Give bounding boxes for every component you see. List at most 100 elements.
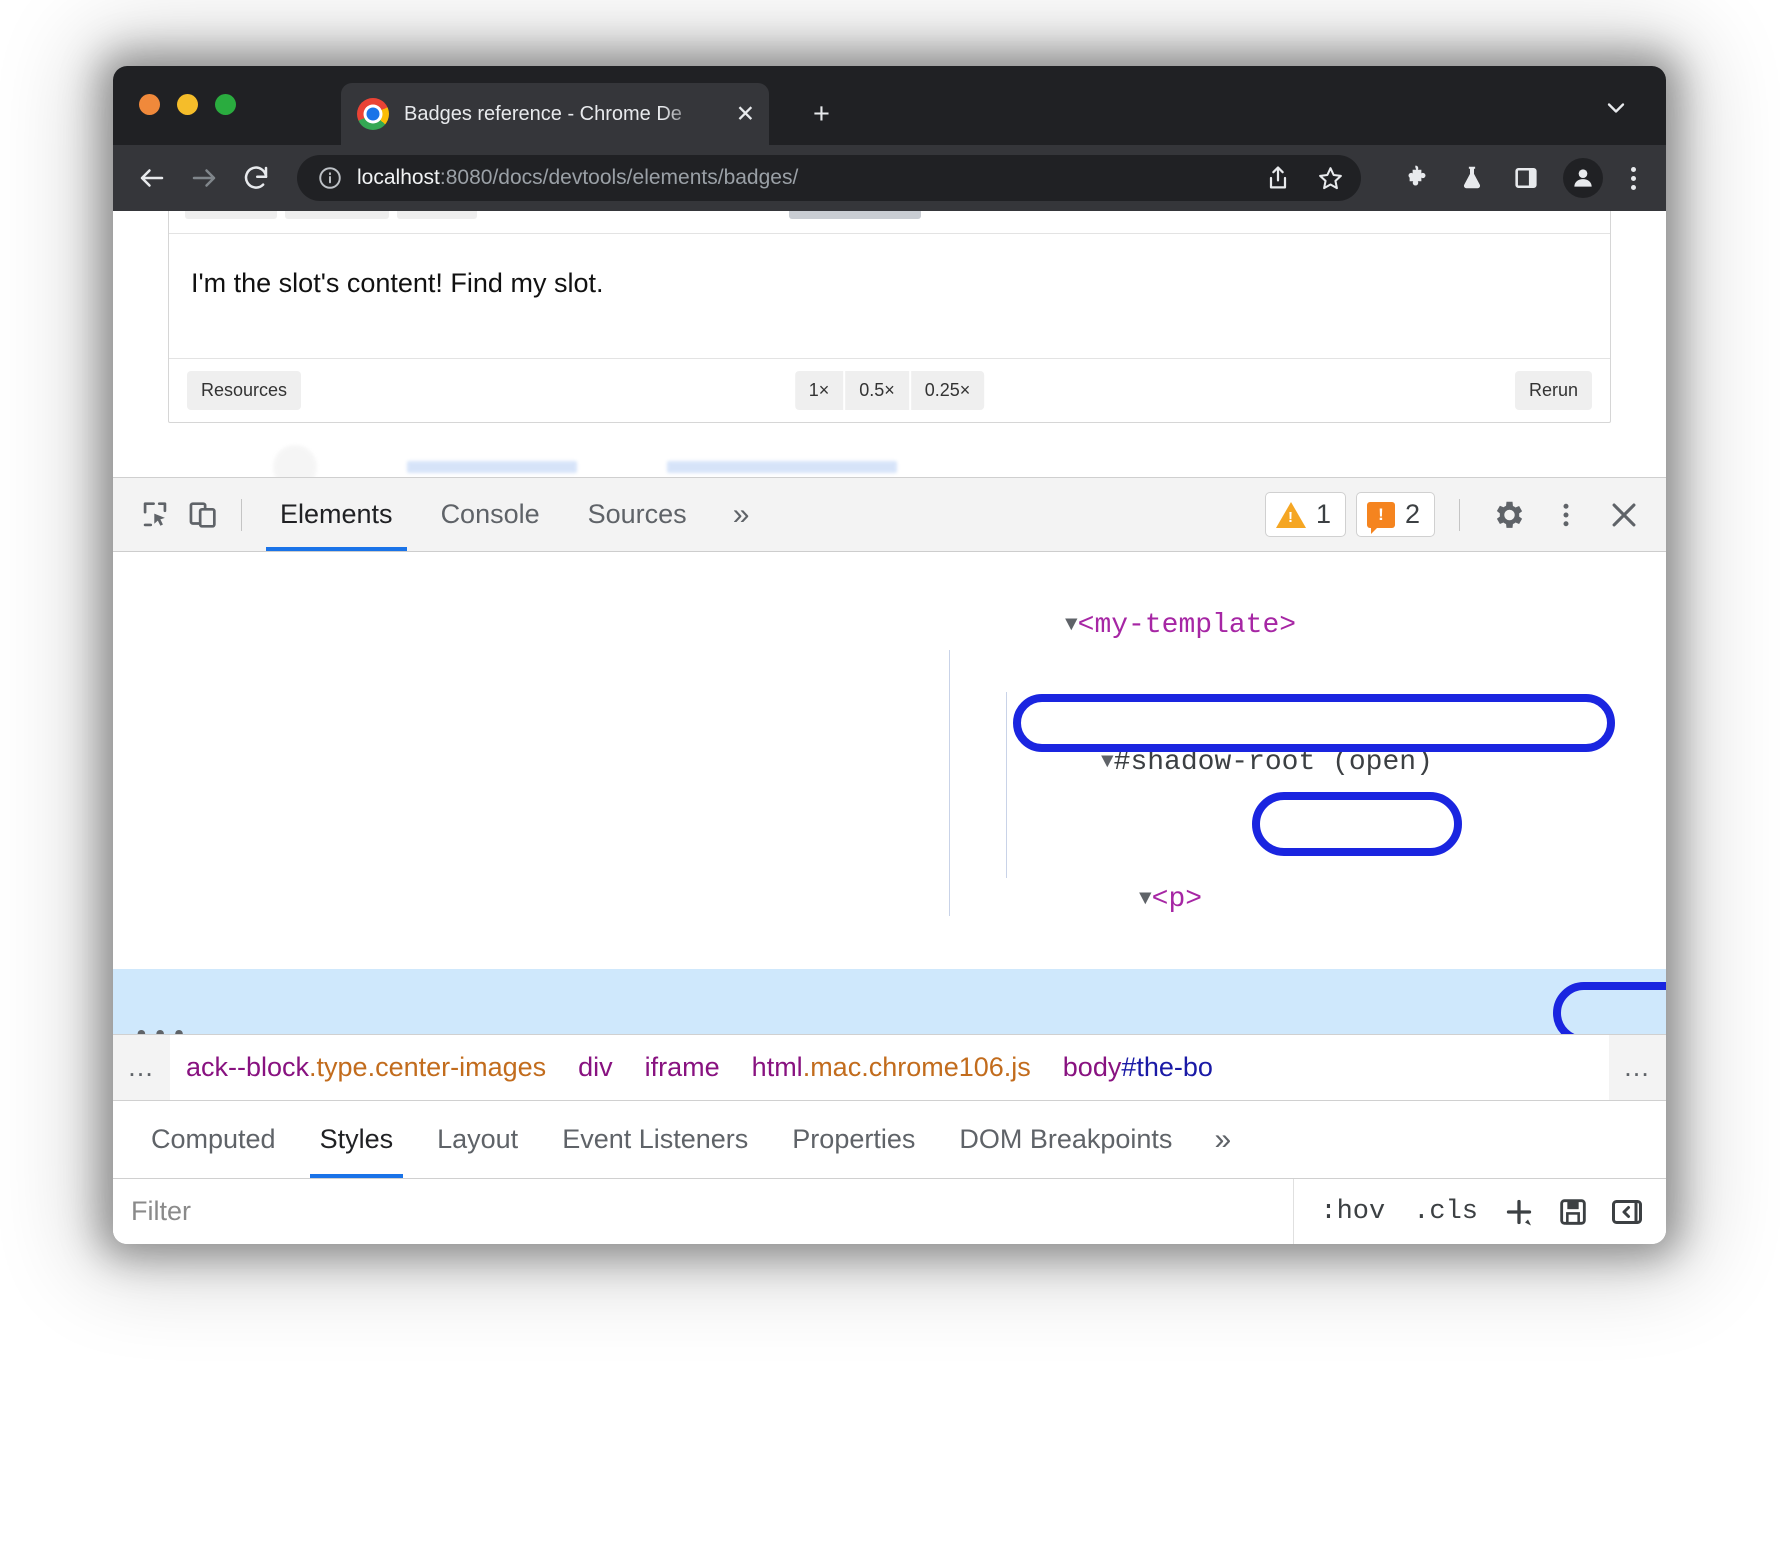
toggle-sidebar-icon[interactable]: [1602, 1187, 1652, 1237]
warning-count-badge[interactable]: 1: [1265, 492, 1346, 537]
filter-input[interactable]: [113, 1179, 1294, 1244]
chevron-down-icon[interactable]: [1602, 94, 1630, 127]
minimize-window-button[interactable]: [177, 94, 198, 115]
tab-strip: Badges reference - Chrome De ✕ +: [113, 66, 1666, 145]
device-toolbar-icon[interactable]: [179, 491, 227, 539]
browser-window: Badges reference - Chrome De ✕ +: [113, 66, 1666, 1244]
star-icon[interactable]: [1315, 163, 1345, 193]
window-traffic-lights: [139, 94, 236, 115]
gear-icon[interactable]: [1484, 491, 1532, 539]
hov-toggle-button[interactable]: :hov: [1308, 1197, 1397, 1227]
tab-computed[interactable]: Computed: [129, 1101, 298, 1178]
warning-count: 1: [1316, 499, 1331, 530]
breadcrumb-id: #the-bo: [1121, 1052, 1213, 1082]
breadcrumb-item-iframe[interactable]: iframe: [629, 1052, 736, 1083]
placeholder-chip: [185, 211, 277, 219]
page-background-content: [113, 447, 1666, 477]
close-icon[interactable]: ✕: [736, 103, 755, 126]
decorative-link: [407, 461, 577, 473]
placeholder-chip: [789, 211, 921, 219]
more-sidebar-tabs-icon[interactable]: »: [1194, 1123, 1249, 1157]
zoom-05x-button[interactable]: 0.5×: [845, 371, 909, 410]
toolbar-divider: [1459, 499, 1460, 531]
dom-node-label: <my-template>: [1078, 610, 1296, 641]
resources-button[interactable]: Resources: [187, 371, 301, 410]
breadcrumb-item-block[interactable]: ack--block.type.center-images: [170, 1052, 562, 1083]
breadcrumb-label: ack--block: [186, 1052, 309, 1082]
close-window-button[interactable]: [139, 94, 160, 115]
breadcrumb-overflow-right[interactable]: …: [1609, 1035, 1666, 1100]
close-icon[interactable]: [1600, 491, 1648, 539]
cls-toggle-button[interactable]: .cls: [1401, 1197, 1490, 1227]
dom-node-p-open[interactable]: ▼<p>: [113, 832, 1666, 969]
devtools-toolbar: Elements Console Sources » 1 ! 2: [113, 478, 1666, 552]
dom-node-slot-selected[interactable]: ••• ▼<slot name="my-slot"> == $0: [113, 969, 1666, 1034]
breadcrumb-overflow-left[interactable]: …: [113, 1035, 170, 1100]
row-overflow-ellipsis[interactable]: •••: [133, 1014, 189, 1034]
tab-properties[interactable]: Properties: [770, 1101, 937, 1178]
inspect-cursor-icon[interactable]: [131, 491, 179, 539]
flask-icon[interactable]: [1455, 161, 1489, 195]
side-panel-icon[interactable]: [1509, 161, 1543, 195]
tab-title: Badges reference - Chrome De: [404, 103, 704, 126]
maximize-window-button[interactable]: [215, 94, 236, 115]
breadcrumb-label: body: [1063, 1052, 1122, 1082]
tab-console[interactable]: Console: [417, 478, 564, 551]
page-viewport: I'm the slot's content! Find my slot. Re…: [113, 211, 1666, 477]
new-style-rule-button[interactable]: [1494, 1187, 1544, 1237]
tab-event-listeners[interactable]: Event Listeners: [540, 1101, 770, 1178]
breadcrumb-item-div[interactable]: div: [562, 1052, 629, 1083]
tab-layout[interactable]: Layout: [415, 1101, 540, 1178]
share-icon[interactable]: [1263, 163, 1293, 193]
zoom-level-group: 1× 0.5× 0.25×: [795, 371, 985, 410]
reload-icon[interactable]: [239, 161, 273, 195]
url-path: :8080/docs/devtools/elements/badges/: [440, 166, 798, 189]
new-tab-button[interactable]: +: [813, 100, 830, 129]
tab-sources[interactable]: Sources: [564, 478, 711, 551]
expand-triangle-icon[interactable]: ▼: [1065, 603, 1078, 648]
puzzle-icon[interactable]: [1401, 161, 1435, 195]
url-text: localhost:8080/docs/devtools/elements/ba…: [357, 166, 1253, 190]
print-style-icon[interactable]: [1548, 1187, 1598, 1237]
error-bubble-icon: !: [1367, 502, 1395, 528]
more-tabs-icon[interactable]: »: [711, 498, 770, 532]
dom-node-shadow-root[interactable]: ▼#shadow-root (open): [113, 695, 1666, 832]
demo-footer: Resources 1× 0.5× 0.25× Rerun: [169, 358, 1610, 422]
breadcrumb-item-html[interactable]: html.mac.chrome106.js: [736, 1052, 1047, 1083]
navigation-toolbar: localhost:8080/docs/devtools/elements/ba…: [113, 145, 1666, 211]
browser-actions: [1401, 158, 1644, 198]
decorative-link: [667, 461, 897, 473]
forward-arrow-icon[interactable]: [187, 161, 221, 195]
breadcrumb-item-body[interactable]: body#the-bo: [1047, 1052, 1229, 1083]
info-circle-icon[interactable]: [317, 165, 343, 191]
devtools-kebab-menu-icon[interactable]: [1542, 491, 1590, 539]
dom-node-my-template[interactable]: ▼<my-template>: [113, 558, 1666, 695]
demo-iframe: I'm the slot's content! Find my slot. Re…: [168, 211, 1611, 423]
placeholder-chip: [397, 211, 477, 219]
error-count-badge[interactable]: ! 2: [1356, 492, 1435, 537]
url-host: localhost: [357, 166, 440, 189]
dom-node-label: #shadow-root (open): [1114, 747, 1433, 778]
zoom-025x-button[interactable]: 0.25×: [911, 371, 985, 410]
tab-styles[interactable]: Styles: [298, 1101, 416, 1178]
demo-slot-content: I'm the slot's content! Find my slot.: [169, 234, 1610, 358]
avatar-icon[interactable]: [1563, 158, 1603, 198]
error-count: 2: [1405, 499, 1420, 530]
browser-tab[interactable]: Badges reference - Chrome De ✕: [341, 83, 769, 145]
expand-triangle-icon[interactable]: ▼: [1139, 877, 1152, 922]
tab-dom-breakpoints[interactable]: DOM Breakpoints: [937, 1101, 1194, 1178]
expand-triangle-icon[interactable]: ▼: [1101, 740, 1114, 785]
rerun-button[interactable]: Rerun: [1515, 371, 1592, 410]
styles-filter-row: :hov .cls: [113, 1178, 1666, 1244]
tab-elements[interactable]: Elements: [256, 478, 417, 551]
toolbar-divider: [241, 499, 242, 531]
demo-toolbar: [169, 211, 1610, 234]
placeholder-chip: [285, 211, 389, 219]
zoom-1x-button[interactable]: 1×: [795, 371, 844, 410]
filter-actions: :hov .cls: [1294, 1187, 1666, 1237]
address-bar[interactable]: localhost:8080/docs/devtools/elements/ba…: [297, 155, 1361, 201]
devtools-toolbar-right: 1 ! 2: [1265, 491, 1648, 539]
kebab-menu-icon[interactable]: [1623, 163, 1644, 194]
back-arrow-icon[interactable]: [135, 161, 169, 195]
breadcrumb-label: html: [752, 1052, 803, 1082]
